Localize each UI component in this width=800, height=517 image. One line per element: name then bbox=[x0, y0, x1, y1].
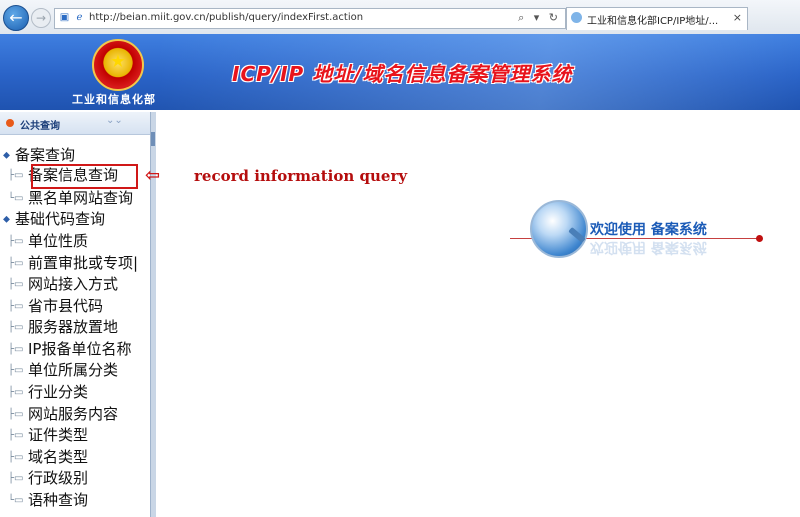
tree-item[interactable]: ├▭ 网站接入方式 bbox=[8, 273, 118, 294]
browser-toolbar: ← → ▣ ℯ http://beian.miit.gov.cn/publish… bbox=[0, 0, 800, 35]
splitter-handle[interactable] bbox=[151, 132, 155, 146]
tree-item-label: 行政级别 bbox=[28, 469, 89, 487]
ministry-name: 工业和信息化部 bbox=[72, 93, 156, 106]
tree-item[interactable]: ├▭ 行业分类 bbox=[8, 381, 88, 402]
annotation-arrow-icon: ⇦ bbox=[145, 165, 161, 186]
highlight-box bbox=[31, 164, 138, 189]
tree-item-label: 行业分类 bbox=[28, 383, 89, 401]
document-icon: ├▭ bbox=[8, 322, 24, 333]
tree-item-label: 省市县代码 bbox=[28, 297, 104, 315]
tree-item-label: 网站接入方式 bbox=[28, 275, 119, 293]
globe-search-icon bbox=[530, 200, 588, 258]
folder-icon: ⬥ bbox=[3, 214, 10, 225]
document-icon: ├▭ bbox=[8, 473, 24, 484]
tab-title: 工业和信息化部ICP/IP地址/... bbox=[587, 16, 719, 27]
panel-dot-icon bbox=[6, 119, 14, 127]
tree-item-label: 证件类型 bbox=[28, 426, 89, 444]
document-icon: ├▭ bbox=[8, 344, 24, 355]
document-icon: └▭ bbox=[8, 193, 24, 204]
annotation-label: record information query bbox=[194, 167, 408, 185]
document-icon: ├▭ bbox=[8, 170, 24, 181]
tree-item[interactable]: ├▭ 证件类型 bbox=[8, 424, 88, 445]
address-tools-icon[interactable]: ⌕ ▾ ↻ bbox=[518, 11, 561, 25]
document-icon: ├▭ bbox=[8, 236, 24, 247]
tree-item-blacklist-query[interactable]: └▭ 黑名单网站查询 bbox=[8, 187, 133, 208]
tree-item-label: 网站服务内容 bbox=[28, 405, 119, 423]
divider-dot bbox=[756, 235, 763, 242]
tree-item-label: IP报备单位名称 bbox=[28, 340, 132, 358]
document-icon: ├▭ bbox=[8, 452, 24, 463]
tree-item-label: 前置审批或专项| bbox=[28, 254, 139, 272]
document-icon: ├▭ bbox=[8, 409, 24, 420]
tree-item[interactable]: ├▭ 单位所属分类 bbox=[8, 359, 118, 380]
document-icon: ├▭ bbox=[8, 430, 24, 441]
document-icon: ├▭ bbox=[8, 387, 24, 398]
ie-icon: ℯ bbox=[76, 12, 83, 23]
tree-item[interactable]: ├▭ IP报备单位名称 bbox=[8, 338, 131, 359]
tree-item-label: 服务器放置地 bbox=[28, 318, 119, 336]
tree-item[interactable]: ├▭ 单位性质 bbox=[8, 230, 88, 251]
address-bar[interactable]: ▣ ℯ http://beian.miit.gov.cn/publish/que… bbox=[54, 8, 566, 29]
document-icon: ├▭ bbox=[8, 301, 24, 312]
tab-favicon-icon bbox=[571, 12, 582, 23]
site-header: ★ 工业和信息化部 ICP/IP 地址/域名信息备案管理系统 bbox=[0, 34, 800, 110]
address-url[interactable]: http://beian.miit.gov.cn/publish/query/i… bbox=[89, 12, 363, 23]
tree-item-label: 单位所属分类 bbox=[28, 361, 119, 379]
tree-group-label: 基础代码查询 bbox=[15, 210, 106, 228]
welcome-text: 欢迎使用 备案系统 bbox=[590, 222, 707, 238]
document-icon: ├▭ bbox=[8, 365, 24, 376]
tree-item[interactable]: ├▭ 域名类型 bbox=[8, 446, 88, 467]
folder-icon: ⬥ bbox=[3, 150, 10, 161]
background-tabs bbox=[590, 0, 800, 7]
system-title: ICP/IP 地址/域名信息备案管理系统 bbox=[232, 62, 573, 86]
tree-item[interactable]: ├▭ 服务器放置地 bbox=[8, 316, 118, 337]
tree-item[interactable]: ├▭ 行政级别 bbox=[8, 467, 88, 488]
tree-item-label: 域名类型 bbox=[28, 448, 89, 466]
document-icon: ├▭ bbox=[8, 258, 24, 269]
page-icon: ▣ bbox=[59, 12, 70, 23]
document-icon: └▭ bbox=[8, 495, 24, 506]
tab-close-icon[interactable]: × bbox=[733, 11, 742, 24]
sidebar-panel-label: 公共查询 bbox=[20, 121, 60, 132]
welcome-reflection: 欢迎使用 备案系统 bbox=[590, 239, 707, 255]
tree-item[interactable]: └▭ 语种查询 bbox=[8, 489, 88, 510]
national-emblem-icon: ★ bbox=[92, 39, 144, 91]
tree-group-beian-query[interactable]: ⬥ 备案查询 bbox=[3, 144, 75, 165]
tree-item-label: 语种查询 bbox=[28, 491, 89, 509]
document-icon: ├▭ bbox=[8, 279, 24, 290]
sidebar-panel-header[interactable]: 公共查询 ⌄⌄ bbox=[0, 112, 150, 135]
back-arrow-icon[interactable]: ← bbox=[3, 5, 29, 31]
tree-item[interactable]: ├▭ 网站服务内容 bbox=[8, 403, 118, 424]
tree-group-basic-code-query[interactable]: ⬥ 基础代码查询 bbox=[3, 208, 105, 229]
browser-tab[interactable]: 工业和信息化部ICP/IP地址/... × bbox=[566, 7, 748, 30]
collapse-chevron-icon[interactable]: ⌄⌄ bbox=[106, 115, 123, 126]
tree-item[interactable]: ├▭ 前置审批或专项| bbox=[8, 252, 138, 273]
tree-group-label: 备案查询 bbox=[15, 146, 76, 164]
tree-item-label: 黑名单网站查询 bbox=[28, 189, 134, 207]
tree-item-label: 单位性质 bbox=[28, 232, 89, 250]
tree-item[interactable]: ├▭ 省市县代码 bbox=[8, 295, 103, 316]
forward-arrow-icon[interactable]: → bbox=[31, 8, 51, 28]
